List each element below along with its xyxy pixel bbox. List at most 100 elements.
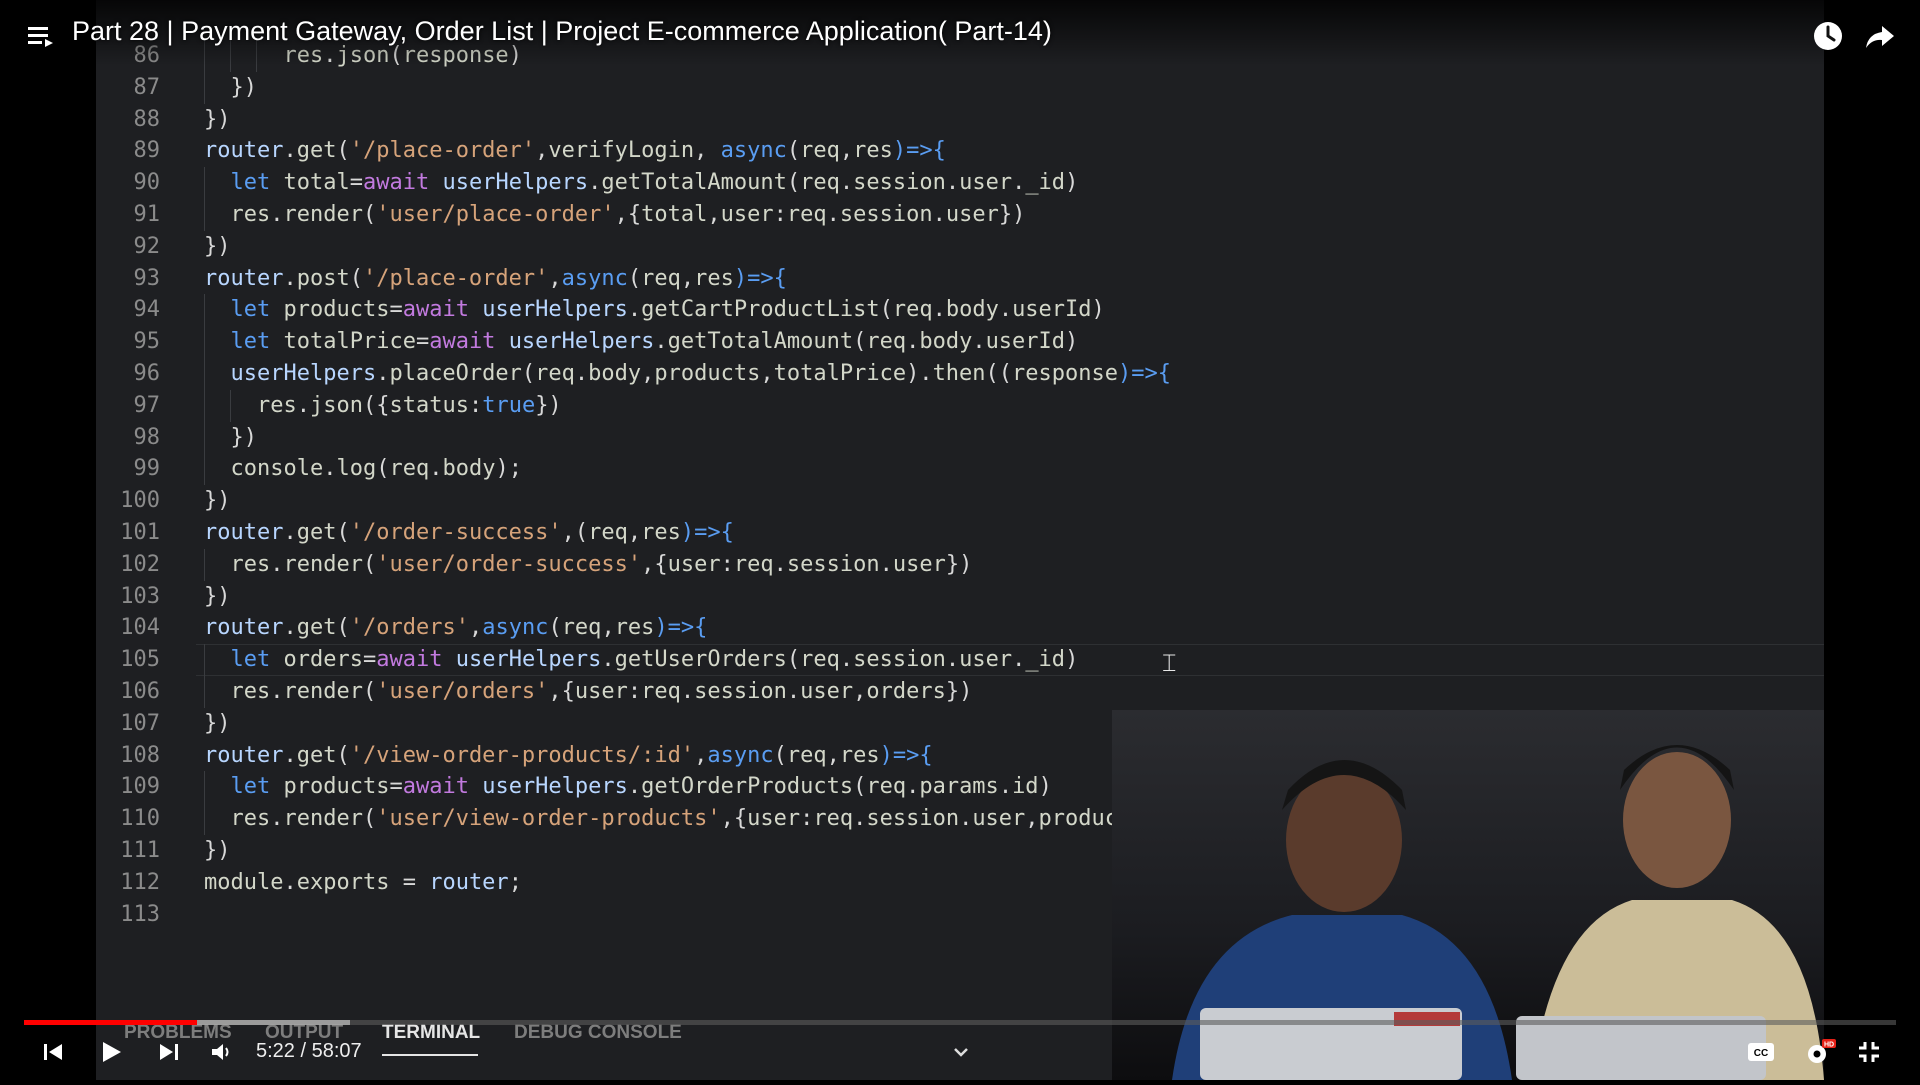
code-text[interactable]: let totalPrice=await userHelpers.getTota… bbox=[204, 326, 1079, 358]
line-number: 93 bbox=[133, 265, 161, 291]
top-bar: Part 28 | Payment Gateway, Order List | … bbox=[0, 0, 1920, 66]
line-number: 88 bbox=[133, 106, 161, 132]
code-line[interactable]: 104 router.get('/orders',async(req,res)=>… bbox=[96, 612, 1824, 644]
line-number: 95 bbox=[133, 329, 161, 355]
progress-bar[interactable] bbox=[24, 1020, 1896, 1025]
code-line[interactable]: 93 router.post('/place-order',async(req,r… bbox=[96, 263, 1824, 295]
code-line[interactable]: 99 console.log(req.body); bbox=[96, 453, 1824, 486]
code-text[interactable]: let total=await userHelpers.getTotalAmou… bbox=[204, 167, 1079, 199]
code-text[interactable]: router.get('/place-order',verifyLogin, a… bbox=[204, 135, 946, 167]
captions-icon: CC bbox=[1748, 1043, 1774, 1061]
line-number: 113 bbox=[120, 901, 160, 927]
line-number: 107 bbox=[120, 710, 160, 736]
line-number: 91 bbox=[133, 201, 161, 227]
code-text[interactable]: router.get('/order-success',(req,res)=>{ bbox=[204, 517, 734, 549]
play-button[interactable] bbox=[94, 1030, 128, 1074]
code-text[interactable]: router.get('/view-order-products/:id',as… bbox=[204, 740, 933, 772]
expand-button[interactable] bbox=[944, 1030, 978, 1074]
chevron-down-icon bbox=[954, 1048, 968, 1057]
code-line[interactable]: 90 let total=await userHelpers.getTotalA… bbox=[96, 167, 1824, 199]
code-line[interactable]: 106 res.render('user/orders',{user:req.s… bbox=[96, 675, 1824, 708]
settings-icon: HD bbox=[1808, 1039, 1836, 1063]
code-text[interactable]: }) bbox=[204, 231, 231, 263]
line-number: 106 bbox=[120, 678, 160, 704]
code-line[interactable]: 103}) bbox=[96, 581, 1824, 613]
line-number: 97 bbox=[133, 392, 161, 418]
code-text[interactable]: res.render('user/orders',{user:req.sessi… bbox=[204, 676, 973, 708]
code-text[interactable]: }) bbox=[204, 422, 257, 454]
clock-icon[interactable] bbox=[1812, 20, 1844, 52]
code-text[interactable]: console.log(req.body); bbox=[204, 453, 522, 485]
playlist-icon[interactable] bbox=[26, 22, 54, 50]
line-number: 96 bbox=[133, 360, 161, 386]
duration: 58:07 bbox=[311, 1040, 362, 1062]
code-line[interactable]: 96 userHelpers.placeOrder(req.body,produ… bbox=[96, 357, 1824, 390]
code-line[interactable]: 87 }) bbox=[96, 71, 1824, 104]
line-number: 104 bbox=[120, 615, 160, 641]
code-line[interactable]: 94 let products=await userHelpers.getCar… bbox=[96, 294, 1824, 327]
video-title[interactable]: Part 28 | Payment Gateway, Order List | … bbox=[72, 16, 1052, 47]
time-separator: / bbox=[294, 1040, 312, 1062]
line-number: 90 bbox=[133, 170, 161, 196]
next-icon bbox=[160, 1044, 178, 1060]
exit-fullscreen-icon bbox=[1859, 1042, 1879, 1062]
line-number: 103 bbox=[120, 583, 160, 609]
code-text[interactable]: module.exports = router; bbox=[204, 867, 522, 899]
settings-button[interactable]: HD bbox=[1800, 1030, 1840, 1074]
line-number: 99 bbox=[133, 456, 161, 482]
captions-button[interactable]: CC bbox=[1744, 1030, 1778, 1074]
line-number: 92 bbox=[133, 233, 161, 259]
line-number: 101 bbox=[120, 519, 160, 545]
svg-text:CC: CC bbox=[1754, 1048, 1768, 1059]
video-player[interactable]: 86 res.json(response)87 })88})89router.g… bbox=[0, 0, 1920, 1080]
played-bar bbox=[24, 1020, 197, 1025]
line-number: 105 bbox=[120, 647, 160, 673]
code-text[interactable]: let products=await userHelpers.getCartPr… bbox=[204, 294, 1105, 326]
volume-icon bbox=[212, 1044, 229, 1060]
code-text[interactable]: res.render('user/place-order',{total,use… bbox=[204, 199, 1026, 231]
play-icon bbox=[103, 1042, 121, 1062]
code-line[interactable]: 100}) bbox=[96, 485, 1824, 517]
line-number: 98 bbox=[133, 424, 161, 450]
hd-badge: HD bbox=[1824, 1042, 1834, 1049]
code-text[interactable]: }) bbox=[204, 581, 231, 613]
code-text[interactable]: }) bbox=[204, 835, 231, 867]
code-text[interactable]: }) bbox=[204, 72, 257, 104]
code-line[interactable]: 98 }) bbox=[96, 421, 1824, 454]
line-number: 112 bbox=[120, 869, 160, 895]
code-text[interactable]: }) bbox=[204, 708, 231, 740]
line-number: 100 bbox=[120, 488, 160, 514]
player-controls: 5:22 / 58:07 CC HD bbox=[0, 1030, 1920, 1080]
code-text[interactable]: router.get('/orders',async(req,res)=>{ bbox=[204, 612, 707, 644]
line-number: 89 bbox=[133, 138, 161, 164]
next-button[interactable] bbox=[152, 1030, 186, 1074]
code-text[interactable]: res.json({status:true}) bbox=[204, 390, 562, 422]
code-line[interactable]: 89 router.get('/place-order',verifyLogin,… bbox=[96, 135, 1824, 167]
line-number: 102 bbox=[120, 551, 160, 577]
share-icon[interactable] bbox=[1864, 20, 1896, 52]
code-line[interactable]: 92}) bbox=[96, 231, 1824, 263]
code-line[interactable]: 91 res.render('user/place-order',{total,… bbox=[96, 198, 1824, 231]
code-text[interactable]: }) bbox=[204, 104, 231, 136]
code-text[interactable]: router.post('/place-order',async(req,res… bbox=[204, 263, 787, 295]
current-time: 5:22 bbox=[256, 1040, 295, 1062]
code-line[interactable]: 102 res.render('user/order-success',{use… bbox=[96, 548, 1824, 581]
code-text[interactable]: res.render('user/view-order-products',{u… bbox=[204, 803, 1172, 835]
exit-fullscreen-button[interactable] bbox=[1852, 1030, 1886, 1074]
line-number: 110 bbox=[120, 806, 160, 832]
volume-button[interactable] bbox=[204, 1030, 238, 1074]
code-text[interactable]: userHelpers.placeOrder(req.body,products… bbox=[204, 358, 1172, 390]
line-number: 111 bbox=[120, 837, 160, 863]
code-text[interactable]: res.render('user/order-success',{user:re… bbox=[204, 549, 973, 581]
line-number: 94 bbox=[133, 297, 161, 323]
code-line[interactable]: 101 router.get('/order-success',(req,res)… bbox=[96, 517, 1824, 549]
line-number: 109 bbox=[120, 774, 160, 800]
code-line[interactable]: 88}) bbox=[96, 104, 1824, 136]
previous-button[interactable] bbox=[36, 1030, 70, 1074]
code-line[interactable]: 97 res.json({status:true}) bbox=[96, 389, 1824, 422]
code-text[interactable]: let products=await userHelpers.getOrderP… bbox=[204, 771, 1052, 803]
code-line[interactable]: 95 let totalPrice=await userHelpers.getT… bbox=[96, 326, 1824, 358]
code-text[interactable]: }) bbox=[204, 485, 231, 517]
code-text[interactable]: let orders=await userHelpers.getUserOrde… bbox=[204, 644, 1079, 676]
code-line[interactable]: 105 let orders=await userHelpers.getUser… bbox=[96, 644, 1824, 677]
